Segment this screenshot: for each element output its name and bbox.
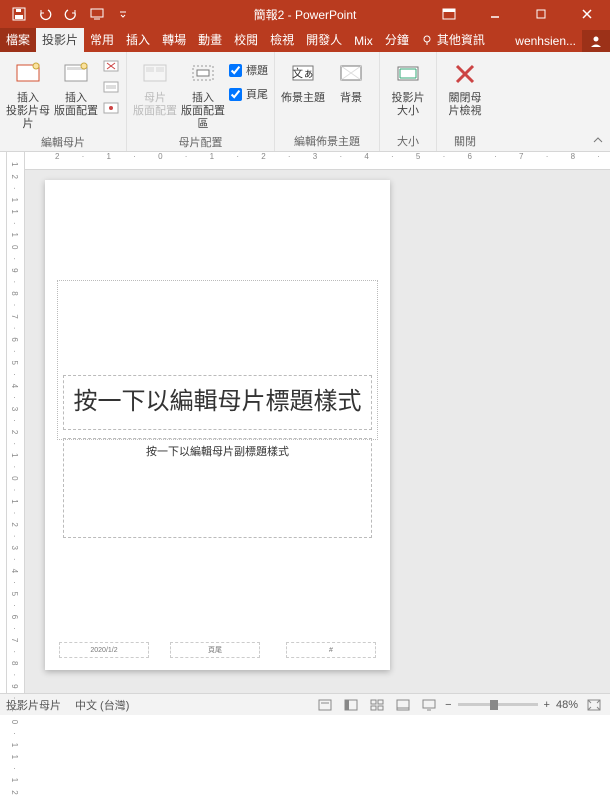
insert-layout-button[interactable]: 插入 版面配置 xyxy=(54,54,98,118)
ribbon: 插入 投影片母片 插入 版面配置 編輯母片 母片 版面配置 插入 版面配置區 xyxy=(0,52,610,152)
slide-size-icon xyxy=(392,58,424,90)
save-button[interactable] xyxy=(6,1,32,27)
person-icon xyxy=(589,34,603,48)
tab-insert[interactable]: 插入 xyxy=(120,27,156,52)
title-placeholder[interactable]: 按一下以編輯母片標題樣式 xyxy=(63,375,372,430)
themes-button[interactable]: 文ぁ 佈景主題 xyxy=(281,54,325,105)
placeholder-icon xyxy=(187,58,219,90)
qat-customize-button[interactable] xyxy=(110,1,136,27)
tab-view[interactable]: 檢視 xyxy=(264,27,300,52)
horizontal-ruler: 2 · 1 · 0 · 1 · 2 · 3 · 4 · 5 · 6 · 7 · … xyxy=(25,152,610,170)
slide-canvas[interactable]: 按一下以編輯母片標題樣式 按一下以編輯母片副標題樣式 2020/1/2 頁尾 # xyxy=(25,170,610,680)
fit-to-window-button[interactable] xyxy=(584,697,604,713)
group-label-master-layout: 母片配置 xyxy=(179,132,223,152)
ribbon-display-button[interactable] xyxy=(426,0,472,28)
footer-placeholder[interactable]: 頁尾 xyxy=(170,642,260,658)
start-from-beginning-button[interactable] xyxy=(84,1,110,27)
work-area: 1 按一下以編輯母片標題樣式 編輯母片文字樣式 — — — — 按一下以編輯母片… xyxy=(0,152,610,693)
slide-master-icon xyxy=(12,58,44,90)
quick-access-toolbar xyxy=(0,1,136,27)
layout-icon xyxy=(60,58,92,90)
background-icon xyxy=(335,58,367,90)
date-placeholder[interactable]: 2020/1/2 xyxy=(59,642,149,658)
undo-button[interactable] xyxy=(32,1,58,27)
background-button[interactable]: 背景 xyxy=(329,54,373,105)
group-theme: 文ぁ 佈景主題 背景 編輯佈景主題 xyxy=(275,52,380,151)
tab-transitions[interactable]: 轉場 xyxy=(156,27,192,52)
thumbnail-panel: 1 按一下以編輯母片標題樣式 編輯母片文字樣式 — — — — 按一下以編輯母片… xyxy=(0,152,7,693)
slide: 按一下以編輯母片標題樣式 按一下以編輯母片副標題樣式 2020/1/2 頁尾 # xyxy=(45,180,390,670)
master-small-buttons xyxy=(102,54,120,119)
share-button[interactable] xyxy=(582,30,610,52)
zoom-percent[interactable]: 48% xyxy=(556,699,578,711)
tab-review[interactable]: 校閱 xyxy=(228,27,264,52)
document-title: 簡報2 - PowerPoint xyxy=(254,6,357,23)
zoom-in-button[interactable]: + xyxy=(544,699,550,711)
group-label-theme: 編輯佈景主題 xyxy=(294,131,360,151)
group-label-close: 關閉 xyxy=(454,131,476,151)
close-master-button[interactable]: 關閉母 片檢視 xyxy=(443,54,487,118)
insert-slide-master-button[interactable]: 插入 投影片母片 xyxy=(6,54,50,132)
title-checkbox[interactable]: 標題 xyxy=(229,60,268,80)
group-close: 關閉母 片檢視 關閉 xyxy=(437,52,493,151)
tell-me[interactable]: 其他資訊 xyxy=(415,27,491,52)
master-layout-icon xyxy=(139,58,171,90)
slide-size-button[interactable]: 投影片 大小 xyxy=(386,54,430,118)
subtitle-placeholder[interactable]: 按一下以編輯母片副標題樣式 xyxy=(63,438,372,538)
tell-me-label: 其他資訊 xyxy=(437,31,485,48)
group-label-edit-master: 編輯母片 xyxy=(41,132,85,152)
svg-text:文ぁ: 文ぁ xyxy=(292,66,314,80)
sorter-view-button[interactable] xyxy=(367,697,387,713)
tab-developer[interactable]: 開發人 xyxy=(300,27,348,52)
title-bar: 簡報2 - PowerPoint xyxy=(0,0,610,28)
close-icon xyxy=(449,58,481,90)
maximize-button[interactable] xyxy=(518,0,564,28)
normal-view-button[interactable] xyxy=(341,697,361,713)
collapse-ribbon-button[interactable] xyxy=(590,133,606,149)
close-button[interactable] xyxy=(564,0,610,28)
redo-button[interactable] xyxy=(58,1,84,27)
tab-extra[interactable]: 分鐘 xyxy=(379,27,415,52)
footer-checkbox[interactable]: 頁尾 xyxy=(229,84,268,104)
group-size: 投影片 大小 大小 xyxy=(380,52,437,151)
notes-button[interactable] xyxy=(315,697,335,713)
user-name[interactable]: wenhsien... xyxy=(509,30,582,52)
slideshow-button[interactable] xyxy=(419,697,439,713)
tab-animations[interactable]: 動畫 xyxy=(192,27,228,52)
tab-slide-master[interactable]: 投影片 xyxy=(36,27,84,52)
reading-view-button[interactable] xyxy=(393,697,413,713)
status-language[interactable]: 中文 (台灣) xyxy=(75,697,129,713)
group-label-size: 大小 xyxy=(397,131,419,151)
insert-placeholder-button[interactable]: 插入 版面配置區 xyxy=(181,54,225,132)
group-master-layout: 母片 版面配置 插入 版面配置區 標題 頁尾 母片配置 xyxy=(127,52,275,151)
window-controls xyxy=(426,0,610,28)
edit-area: 12·11·10·9·8·7·6·5·4·3·2·1·0·1·2·3·4·5·6… xyxy=(7,152,610,693)
preserve-button[interactable] xyxy=(102,100,120,119)
zoom-out-button[interactable]: − xyxy=(445,699,451,711)
tab-mix[interactable]: Mix xyxy=(348,30,379,52)
file-tab[interactable]: 檔案 xyxy=(0,27,36,52)
lightbulb-icon xyxy=(421,34,433,46)
minimize-button[interactable] xyxy=(472,0,518,28)
vertical-ruler: 12·11·10·9·8·7·6·5·4·3·2·1·0·1·2·3·4·5·6… xyxy=(7,152,25,693)
master-layout-button: 母片 版面配置 xyxy=(133,54,177,118)
themes-icon: 文ぁ xyxy=(287,58,319,90)
tab-home[interactable]: 常用 xyxy=(84,27,120,52)
rename-button[interactable] xyxy=(102,79,120,98)
group-edit-master: 插入 投影片母片 插入 版面配置 編輯母片 xyxy=(0,52,127,151)
slide-number-placeholder[interactable]: # xyxy=(286,642,376,658)
zoom-slider[interactable] xyxy=(458,703,538,706)
delete-button[interactable] xyxy=(102,58,120,77)
status-bar: 投影片母片 中文 (台灣) − + 48% xyxy=(0,693,610,715)
ribbon-tabs: 檔案 投影片 常用 插入 轉場 動畫 校閱 檢視 開發人 Mix 分鐘 其他資訊… xyxy=(0,28,610,52)
